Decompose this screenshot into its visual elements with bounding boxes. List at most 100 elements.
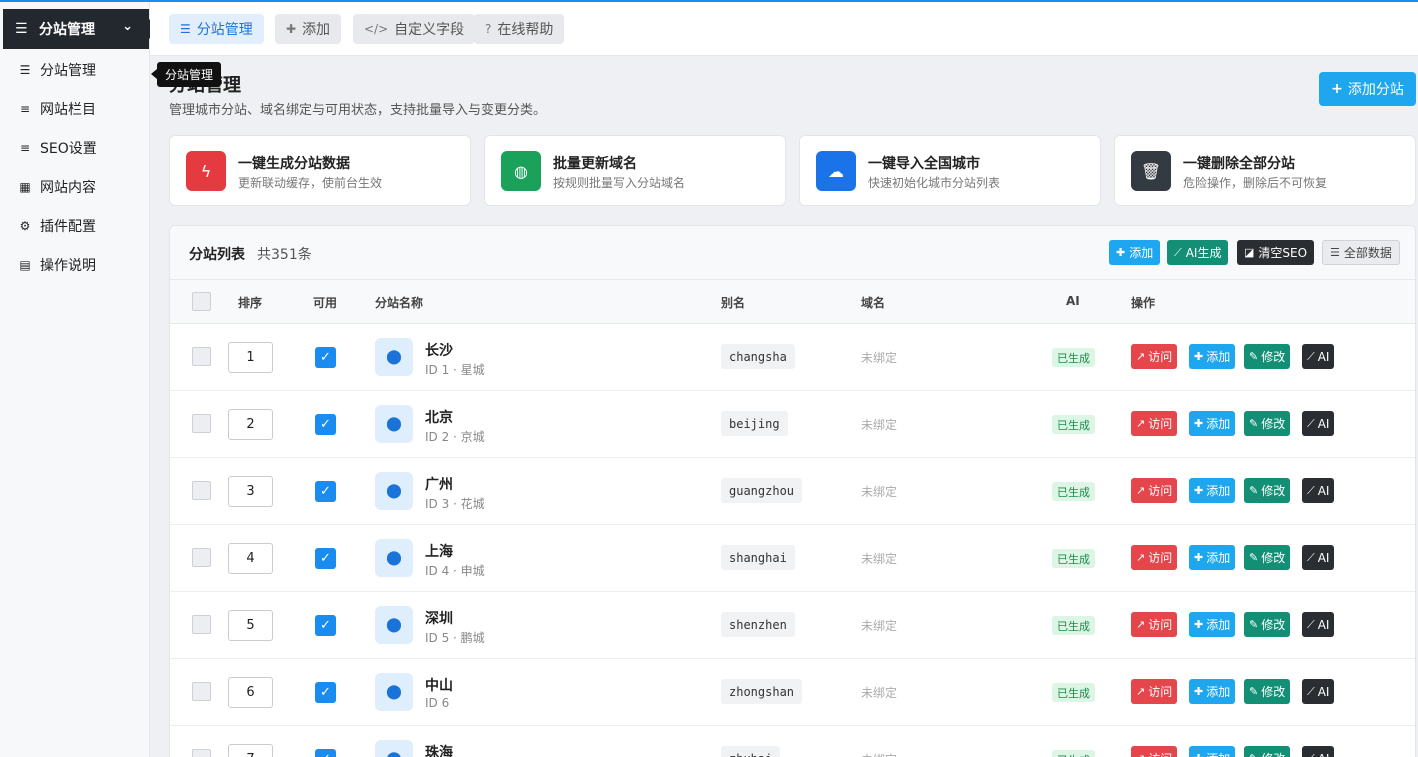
table-row: 4 ✓ ⬤ 上海 ID 4 · 申城 shanghai 未绑定 已生成 ↗ 访问 ✚ 添加 ✎ 修改 ⟋ AI	[170, 525, 1415, 592]
edit-button[interactable]: ✎修改	[1244, 545, 1291, 570]
plus-icon: ✚	[286, 22, 297, 36]
add-site-button[interactable]: + 添加分站	[1319, 72, 1416, 106]
sidebar-item-plugins[interactable]: ⚙ 插件配置	[0, 206, 150, 245]
enabled-checkbox[interactable]: ✓	[315, 615, 336, 636]
row-add-button[interactable]: ✚添加	[1189, 411, 1236, 436]
row-ai-button[interactable]: ⟋AI	[1302, 411, 1335, 436]
plus-icon: ✚	[1194, 618, 1204, 631]
row-checkbox[interactable]	[192, 548, 211, 567]
enabled-checkbox[interactable]: ✓	[315, 347, 336, 368]
sidebar-item-site-management[interactable]: ☰ 分站管理	[0, 50, 150, 89]
card-update-domains[interactable]: ◍ 批量更新域名 按规则批量写入分站域名	[484, 135, 786, 206]
visit-button[interactable]: ↗访问	[1131, 344, 1178, 369]
card-import-cities[interactable]: ☁ 一键导入全国城市 快速初始化城市分站列表	[799, 135, 1101, 206]
edit-button[interactable]: ✎修改	[1244, 411, 1291, 436]
plus-icon: ✚	[1194, 484, 1204, 497]
row-add-button[interactable]: ✚添加	[1189, 478, 1236, 503]
visit-button[interactable]: ↗访问	[1131, 478, 1178, 503]
row-checkbox[interactable]	[192, 615, 211, 634]
site-name: 上海	[425, 544, 453, 560]
sidebar-item-seo[interactable]: ≡ SEO设置	[0, 128, 150, 167]
row-add-button[interactable]: ✚添加	[1189, 612, 1236, 637]
sort-input[interactable]: 1	[228, 342, 273, 373]
plus-icon: +	[1331, 81, 1343, 97]
edit-button[interactable]: ✎修改	[1244, 344, 1291, 369]
list-add-button[interactable]: ✚ 添加	[1109, 240, 1161, 265]
visit-button[interactable]: ↗访问	[1131, 679, 1178, 704]
sort-input[interactable]: 5	[228, 610, 273, 641]
site-domain: 未绑定	[861, 751, 897, 757]
row-ai-button[interactable]: ⟋AI	[1302, 746, 1335, 757]
button-label: 添加	[1206, 350, 1231, 364]
sort-input[interactable]: 7	[228, 744, 273, 757]
visit-button[interactable]: ↗访问	[1131, 545, 1178, 570]
row-add-button[interactable]: ✚添加	[1189, 545, 1236, 570]
row-checkbox[interactable]	[192, 682, 211, 701]
chevron-down-icon[interactable]: ⌄	[122, 19, 133, 34]
enabled-checkbox[interactable]: ✓	[315, 749, 336, 757]
magic-wand-icon: ⟋	[1307, 550, 1315, 564]
sort-input[interactable]: 2	[228, 409, 273, 440]
site-domain: 未绑定	[861, 552, 898, 566]
visit-button[interactable]: ↗访问	[1131, 411, 1178, 436]
row-ai-button[interactable]: ⟋AI	[1302, 478, 1335, 503]
button-label: 修改	[1261, 484, 1286, 498]
site-domain: 未绑定	[861, 351, 898, 365]
all-data-button[interactable]: ☰ 全部数据	[1322, 240, 1400, 265]
sort-input[interactable]: 3	[228, 476, 273, 507]
trash-icon: 🗑	[1131, 151, 1171, 191]
site-meta: ID 6	[425, 696, 450, 710]
sidebar-item-columns[interactable]: ≡ 网站栏目	[0, 89, 150, 128]
sidebar-item-help[interactable]: ▤ 操作说明	[0, 245, 150, 284]
tab-label: 分站管理	[196, 22, 253, 38]
row-add-button[interactable]: ✚添加	[1189, 679, 1236, 704]
page-subtitle: 管理城市分站、域名绑定与可用状态，支持批量导入与变更分类。	[169, 103, 547, 118]
edit-button[interactable]: ✎修改	[1244, 478, 1291, 503]
enabled-checkbox[interactable]: ✓	[315, 548, 336, 569]
site-name: 广州	[425, 477, 453, 493]
select-all-checkbox[interactable]	[192, 292, 211, 311]
col-sort[interactable]: 排序	[238, 294, 262, 311]
enabled-checkbox[interactable]: ✓	[315, 481, 336, 502]
clear-seo-button[interactable]: ◪ 清空SEO	[1237, 240, 1315, 265]
sort-input[interactable]: 6	[228, 677, 273, 708]
col-actions: 操作	[1131, 296, 1156, 310]
row-ai-button[interactable]: ⟋AI	[1302, 545, 1335, 570]
row-checkbox[interactable]	[192, 481, 211, 500]
row-ai-button[interactable]: ⟋AI	[1302, 612, 1335, 637]
row-add-button[interactable]: ✚添加	[1189, 344, 1236, 369]
edit-button[interactable]: ✎修改	[1244, 612, 1291, 637]
sidebar-item-content[interactable]: ▦ 网站内容	[0, 167, 150, 206]
book-icon: ▤	[19, 257, 31, 272]
row-checkbox[interactable]	[192, 347, 211, 366]
list-icon: ☰	[15, 21, 28, 37]
tab-site-management[interactable]: ☰ 分站管理	[169, 14, 264, 44]
sort-input[interactable]: 4	[228, 543, 273, 574]
row-add-button[interactable]: ✚添加	[1189, 746, 1236, 757]
button-label: AI	[1318, 752, 1330, 757]
record-count: 共351条	[257, 247, 312, 263]
tab-label: 在线帮助	[497, 22, 554, 38]
card-generate-data[interactable]: ϟ 一键生成分站数据 更新联动缓存，使前台生效	[169, 135, 471, 206]
ai-generate-button[interactable]: ⟋ AI生成	[1167, 240, 1229, 265]
visit-button[interactable]: ↗访问	[1131, 746, 1178, 757]
row-ai-button[interactable]: ⟋AI	[1302, 679, 1335, 704]
row-ai-button[interactable]: ⟋AI	[1302, 344, 1335, 369]
enabled-checkbox[interactable]: ✓	[315, 682, 336, 703]
magic-wand-icon: ⟋	[1307, 483, 1315, 497]
magic-wand-icon: ⟋	[1307, 684, 1315, 698]
row-checkbox[interactable]	[192, 414, 211, 433]
edit-button[interactable]: ✎修改	[1244, 679, 1291, 704]
enabled-checkbox[interactable]: ✓	[315, 414, 336, 435]
tab-online-help[interactable]: ? 在线帮助	[474, 14, 565, 44]
tab-add[interactable]: ✚ 添加	[275, 14, 342, 44]
row-checkbox[interactable]	[192, 749, 211, 757]
edit-button[interactable]: ✎修改	[1244, 746, 1291, 757]
card-delete-all[interactable]: 🗑 一键删除全部分站 危险操作，删除后不可恢复	[1114, 135, 1416, 206]
tab-custom-fields[interactable]: </> 自定义字段	[353, 14, 476, 44]
plus-icon: ✚	[1194, 551, 1204, 564]
sidebar-header[interactable]: ☰ 分站管理 ⌄	[3, 9, 158, 49]
ai-status-badge: 已生成	[1052, 482, 1095, 501]
visit-button[interactable]: ↗访问	[1131, 612, 1178, 637]
col-name: 分站名称	[375, 296, 424, 310]
